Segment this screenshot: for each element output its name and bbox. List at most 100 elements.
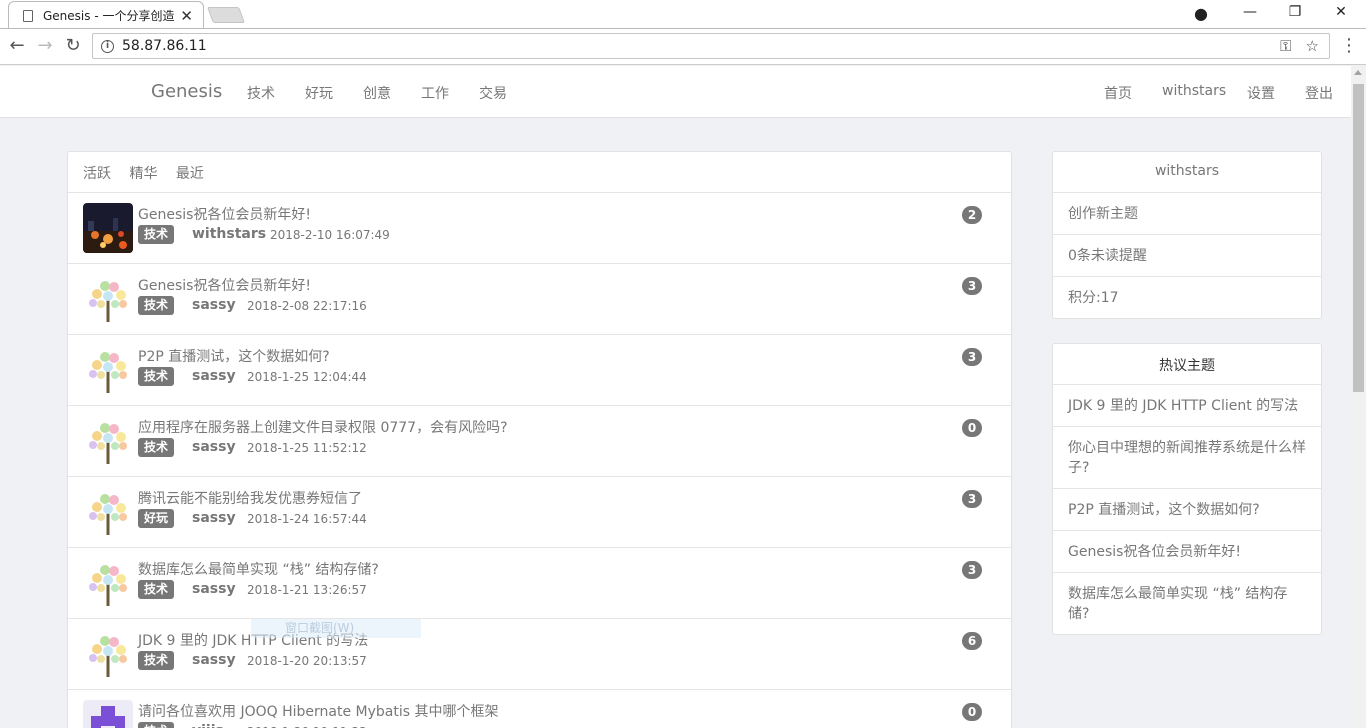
topic-time: 2018-2-10 16:07:49 — [270, 228, 390, 242]
hot-topic-link[interactable]: P2P 直播测试，这个数据如何? — [1053, 489, 1321, 531]
profile-icon[interactable]: ● — [1189, 4, 1213, 23]
topic-author[interactable]: sassy — [192, 297, 236, 313]
url-text[interactable]: 58.87.86.11 — [122, 38, 1266, 54]
reload-icon[interactable]: ↻ — [62, 35, 84, 57]
page-icon — [23, 9, 33, 22]
close-tab-icon[interactable]: ✕ — [180, 7, 193, 25]
tab-title: Genesis - 一个分享创造 — [43, 9, 175, 23]
info-icon[interactable]: i — [101, 39, 114, 53]
nav-link-work[interactable]: 工作 — [421, 83, 449, 103]
topic-list-panel: 活跃 精华 最近 Genesis祝各位会员新年好! 技术 withstars 2018… — [67, 151, 1012, 728]
category-tag[interactable]: 技术 — [138, 225, 175, 244]
avatar[interactable] — [83, 558, 133, 608]
nav-link-creative[interactable]: 创意 — [363, 83, 391, 103]
category-tag[interactable]: 技术 — [138, 438, 175, 457]
create-topic-link[interactable]: 创作新主题 — [1053, 193, 1321, 235]
filter-featured[interactable]: 精华 — [129, 166, 157, 182]
topic-row[interactable]: JDK 9 里的 JDK HTTP Client 的写法 技术 sassy 2018-… — [68, 619, 1011, 690]
hot-topic-link[interactable]: 你心目中理想的新闻推荐系统是什么样子? — [1053, 427, 1321, 489]
topic-title[interactable]: 腾讯云能不能别给我发优惠券短信了 — [138, 488, 362, 508]
hot-topics-panel: 热议主题 JDK 9 里的 JDK HTTP Client 的写法 你心目中理想… — [1052, 343, 1322, 635]
avatar[interactable] — [83, 345, 133, 395]
topic-row[interactable]: 应用程序在服务器上创建文件目录权限 0777，会有风险吗? 技术 sassy 2018… — [68, 406, 1011, 477]
topic-row[interactable]: 请问各位喜欢用 JOOQ Hibernate Mybatis 其中哪个框架技术 y… — [68, 690, 1011, 728]
topic-title[interactable]: Genesis祝各位会员新年好! — [138, 275, 311, 295]
topic-author[interactable]: yijia — [192, 723, 225, 728]
star-icon[interactable]: ☆ — [1306, 37, 1319, 55]
nav-link-home[interactable]: 首页 — [1104, 83, 1132, 103]
topic-title[interactable]: 应用程序在服务器上创建文件目录权限 0777，会有风险吗? — [138, 417, 508, 437]
topic-row[interactable]: P2P 直播测试，这个数据如何? 技术 sassy 2018-1-25 12:04:4… — [68, 335, 1011, 406]
topic-time: 2018-1-25 12:04:44 — [247, 370, 367, 384]
category-tag[interactable]: 技术 — [138, 651, 175, 670]
category-tag[interactable]: 技术 — [138, 296, 175, 315]
topic-title[interactable]: 数据库怎么最简单实现 “栈” 结构存储? — [138, 559, 379, 579]
user-panel-username[interactable]: withstars — [1053, 152, 1321, 193]
nav-link-trade[interactable]: 交易 — [479, 83, 507, 103]
avatar[interactable] — [83, 629, 133, 679]
category-tag[interactable]: 好玩 — [138, 509, 175, 528]
hot-topic-link[interactable]: JDK 9 里的 JDK HTTP Client 的写法 — [1053, 385, 1321, 427]
avatar[interactable] — [83, 274, 133, 324]
topic-author[interactable]: withstars — [192, 226, 266, 242]
avatar[interactable] — [83, 416, 133, 466]
reply-count-badge: 0 — [962, 703, 982, 721]
minimize-icon[interactable]: — — [1238, 4, 1262, 20]
reply-count-badge: 3 — [962, 561, 982, 579]
nav-link-settings[interactable]: 设置 — [1247, 83, 1275, 103]
topic-title[interactable]: Genesis祝各位会员新年好! — [138, 204, 311, 224]
site-navbar: Genesis 技术 好玩 创意 工作 交易 首页 withstars 设置 登… — [0, 66, 1351, 118]
user-panel: withstars 创作新主题 0条未读提醒 积分:17 — [1052, 151, 1322, 319]
topic-author[interactable]: sassy — [192, 439, 236, 455]
avatar[interactable] — [83, 487, 133, 537]
topic-author[interactable]: sassy — [192, 652, 236, 668]
back-icon[interactable]: ← — [6, 35, 28, 57]
reply-count-badge: 6 — [962, 632, 982, 650]
topic-time: 2018-1-20 20:13:57 — [247, 654, 367, 668]
category-tag[interactable]: 技术 — [138, 722, 175, 728]
topic-title[interactable]: 请问各位喜欢用 JOOQ Hibernate Mybatis 其中哪个框架 — [138, 701, 498, 721]
browser-tabstrip: Genesis - 一个分享创造 ✕ ● — ❐ ✕ — [0, 0, 1366, 29]
topic-row[interactable]: Genesis祝各位会员新年好! 技术 sassy 2018-2-08 22:17:1… — [68, 264, 1011, 335]
avatar[interactable] — [83, 700, 133, 728]
topic-author[interactable]: sassy — [192, 581, 236, 597]
nav-link-user[interactable]: withstars — [1162, 83, 1226, 99]
filter-active[interactable]: 活跃 — [83, 166, 111, 182]
new-tab-button[interactable] — [207, 7, 245, 23]
reply-count-badge: 3 — [962, 277, 982, 295]
reply-count-badge: 3 — [962, 348, 982, 366]
avatar[interactable] — [83, 203, 133, 253]
scroll-thumb[interactable] — [1353, 84, 1364, 392]
category-tag[interactable]: 技术 — [138, 580, 175, 599]
nav-link-tech[interactable]: 技术 — [247, 83, 275, 103]
filter-recent[interactable]: 最近 — [176, 166, 204, 182]
page-scrollbar[interactable] — [1351, 66, 1366, 728]
browser-toolbar: ← → ↻ i 58.87.86.11 ⚿ ☆ ⋮ — [0, 29, 1366, 65]
category-tag[interactable]: 技术 — [138, 367, 175, 386]
topic-filters: 活跃 精华 最近 — [68, 152, 1011, 193]
address-bar[interactable]: i 58.87.86.11 ⚿ ☆ — [92, 33, 1330, 59]
scroll-up-icon[interactable] — [1354, 70, 1362, 75]
reply-count-badge: 0 — [962, 419, 982, 437]
topic-author[interactable]: sassy — [192, 510, 236, 526]
hot-topic-link[interactable]: Genesis祝各位会员新年好! — [1053, 531, 1321, 573]
menu-icon[interactable]: ⋮ — [1340, 35, 1358, 56]
brand-link[interactable]: Genesis — [151, 81, 222, 102]
close-window-icon[interactable]: ✕ — [1329, 4, 1353, 20]
unread-notifications-link[interactable]: 0条未读提醒 — [1053, 235, 1321, 277]
key-icon[interactable]: ⚿ — [1280, 37, 1291, 55]
topic-row[interactable]: 数据库怎么最简单实现 “栈” 结构存储? 技术 sassy 2018-1-21 13:… — [68, 548, 1011, 619]
nav-link-fun[interactable]: 好玩 — [305, 83, 333, 103]
topic-row[interactable]: 腾讯云能不能别给我发优惠券短信了 好玩 sassy 2018-1-24 16:57:4… — [68, 477, 1011, 548]
topic-author[interactable]: sassy — [192, 368, 236, 384]
points-text: 积分:17 — [1068, 290, 1119, 306]
topic-time: 2018-1-24 16:57:44 — [247, 512, 367, 526]
hot-topic-link[interactable]: 数据库怎么最简单实现 “栈” 结构存储? — [1053, 573, 1321, 634]
nav-link-logout[interactable]: 登出 — [1305, 83, 1333, 103]
topic-row[interactable]: Genesis祝各位会员新年好! 技术 withstars 2018-2-10 16:… — [68, 193, 1011, 264]
forward-icon[interactable]: → — [34, 35, 56, 57]
screenshot-tooltip: 窗口截图(W) — [251, 619, 421, 638]
restore-icon[interactable]: ❐ — [1283, 4, 1307, 20]
topic-title[interactable]: P2P 直播测试，这个数据如何? — [138, 346, 330, 366]
browser-tab[interactable]: Genesis - 一个分享创造 ✕ — [8, 1, 204, 29]
